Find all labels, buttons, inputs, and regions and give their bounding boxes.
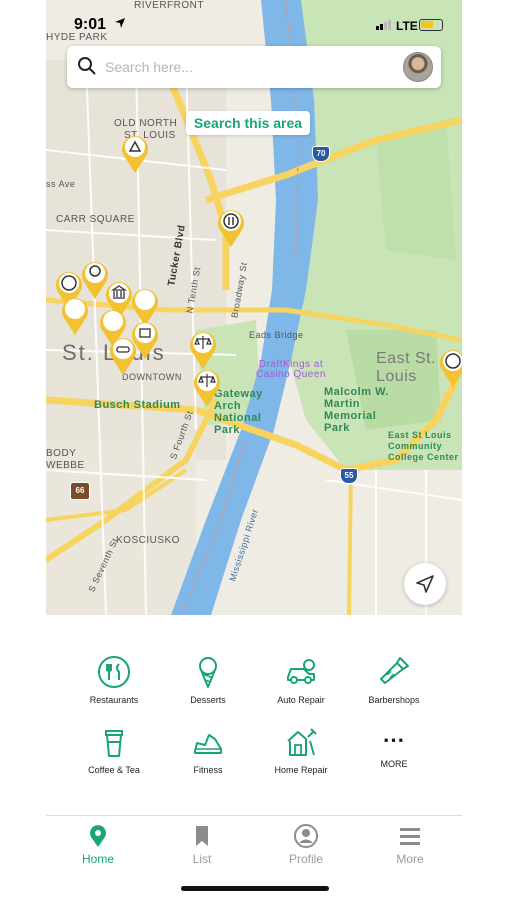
map-label-body: BODY xyxy=(46,448,77,459)
tab-label: List xyxy=(192,852,212,866)
navigation-arrow-icon xyxy=(416,575,434,593)
tab-bar: Home List Profile More xyxy=(46,815,462,875)
map-label-webbe: WEBBE xyxy=(46,460,85,471)
search-bar xyxy=(67,46,441,88)
coffee-cup-icon xyxy=(105,730,123,757)
map-pin-fitness[interactable] xyxy=(60,294,90,336)
map-pin-building[interactable] xyxy=(120,132,150,174)
person-icon xyxy=(294,824,318,848)
map-pin-restaurant[interactable] xyxy=(216,206,246,248)
car-repair-icon xyxy=(287,659,315,684)
house-tools-icon xyxy=(287,728,317,756)
map-label-old-north: OLD NORTH xyxy=(114,118,178,129)
battery-icon xyxy=(419,19,443,31)
category-label: Fitness xyxy=(193,765,223,775)
category-label: Coffee & Tea xyxy=(88,765,140,775)
category-coffee-tea[interactable]: Coffee & Tea xyxy=(62,725,166,775)
map-pin-legal-2[interactable] xyxy=(192,366,222,408)
map-pin-auto[interactable] xyxy=(108,334,138,376)
map-label-draftkings: DraftKings at Casino Queen xyxy=(256,359,326,380)
category-label: Home Repair xyxy=(274,765,328,775)
tab-list[interactable]: List xyxy=(150,824,254,866)
search-icon xyxy=(78,57,96,75)
status-time: 9:01 xyxy=(74,16,107,33)
locate-me-button[interactable] xyxy=(404,563,446,605)
category-label: Barbershops xyxy=(368,695,420,705)
app-screen: RIVERFRONT HYDE PARK OLD NORTH ST. LOUIS… xyxy=(46,0,462,900)
category-label: MORE xyxy=(380,759,408,769)
category-barbershops[interactable]: Barbershops xyxy=(342,655,446,705)
category-home-repair[interactable]: Home Repair xyxy=(249,725,353,775)
ice-cream-icon xyxy=(199,657,217,688)
us66-shield: 66 xyxy=(70,482,90,500)
tab-label: Profile xyxy=(288,852,323,866)
status-bar: 9:01 LTE xyxy=(46,0,462,46)
restaurant-icon xyxy=(98,656,130,688)
category-label: Restaurants xyxy=(89,695,139,705)
category-more[interactable]: ⋯ MORE xyxy=(342,727,446,770)
tab-profile[interactable]: Profile xyxy=(254,824,358,866)
signal-icon xyxy=(376,20,391,30)
map-label-kosciusko: KOSCIUSKO xyxy=(116,535,180,546)
tab-home[interactable]: Home xyxy=(46,824,150,866)
tab-label: Home xyxy=(81,852,114,866)
location-arrow-icon xyxy=(115,18,125,28)
map-label-malcolm-park: Malcolm W. Martin Memorial Park xyxy=(324,386,389,434)
map-label-ss-ave: ss Ave xyxy=(46,179,76,189)
category-label: Auto Repair xyxy=(277,695,325,705)
map-pin-icon xyxy=(90,825,106,847)
shoe-icon xyxy=(194,734,222,754)
category-label: Desserts xyxy=(190,695,226,705)
map-pin-legal[interactable] xyxy=(188,328,218,370)
i55-shield: 55 xyxy=(340,468,358,484)
map-label-gateway-arch: Gateway Arch National Park xyxy=(214,388,263,436)
bookmark-icon xyxy=(196,826,208,846)
tab-more[interactable]: More xyxy=(358,824,462,866)
tab-label: More xyxy=(396,852,424,866)
menu-icon xyxy=(400,828,420,845)
category-fitness[interactable]: Fitness xyxy=(156,725,260,775)
category-desserts[interactable]: Desserts xyxy=(156,655,260,705)
map-pin-east[interactable] xyxy=(438,346,462,388)
category-restaurants[interactable]: Restaurants xyxy=(62,655,166,705)
map-label-eads-bridge: Eads Bridge xyxy=(249,330,304,340)
avatar[interactable] xyxy=(403,52,433,82)
map-label-busch-stadium: Busch Stadium xyxy=(94,399,181,411)
clippers-icon xyxy=(380,657,409,684)
search-input[interactable] xyxy=(105,56,385,78)
home-indicator xyxy=(181,886,329,891)
map-label-college: East St Louis Community College Center xyxy=(388,430,459,462)
map-label-carr-square: CARR SQUARE xyxy=(56,214,135,225)
category-auto-repair[interactable]: Auto Repair xyxy=(249,655,353,705)
map-view[interactable]: RIVERFRONT HYDE PARK OLD NORTH ST. LOUIS… xyxy=(46,0,462,615)
search-this-area-button[interactable]: Search this area xyxy=(186,111,310,135)
network-type: LTE xyxy=(396,19,418,33)
i70-shield: 70 xyxy=(312,146,330,162)
more-dots-icon: ⋯ xyxy=(382,727,406,752)
